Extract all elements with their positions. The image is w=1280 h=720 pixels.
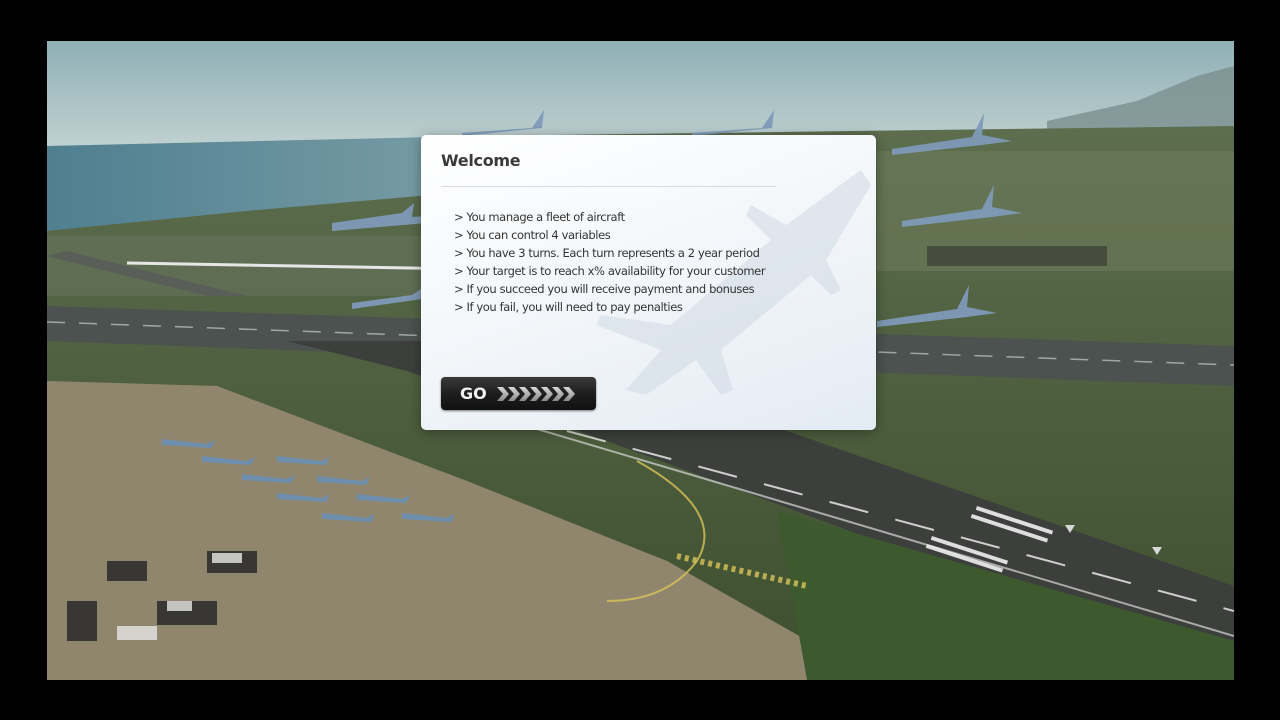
list-item: > You manage a fleet of aircraft <box>454 210 625 224</box>
list-item: > If you succeed you will receive paymen… <box>454 282 755 296</box>
welcome-dialog: Welcome > You manage a fleet of aircraft… <box>421 135 876 430</box>
list-item: > If you fail, you will need to pay pena… <box>454 300 683 314</box>
title-divider <box>441 186 776 187</box>
list-item: > Your target is to reach x% availabilit… <box>454 264 766 278</box>
go-button[interactable]: GO <box>441 377 596 410</box>
chevron-arrows-icon <box>497 387 575 401</box>
instructions-list: > You manage a fleet of aircraft > You c… <box>454 208 766 316</box>
go-button-label: GO <box>460 384 487 403</box>
dialog-title: Welcome <box>441 151 521 170</box>
list-item: > You have 3 turns. Each turn represents… <box>454 246 760 260</box>
list-item: > You can control 4 variables <box>454 228 611 242</box>
